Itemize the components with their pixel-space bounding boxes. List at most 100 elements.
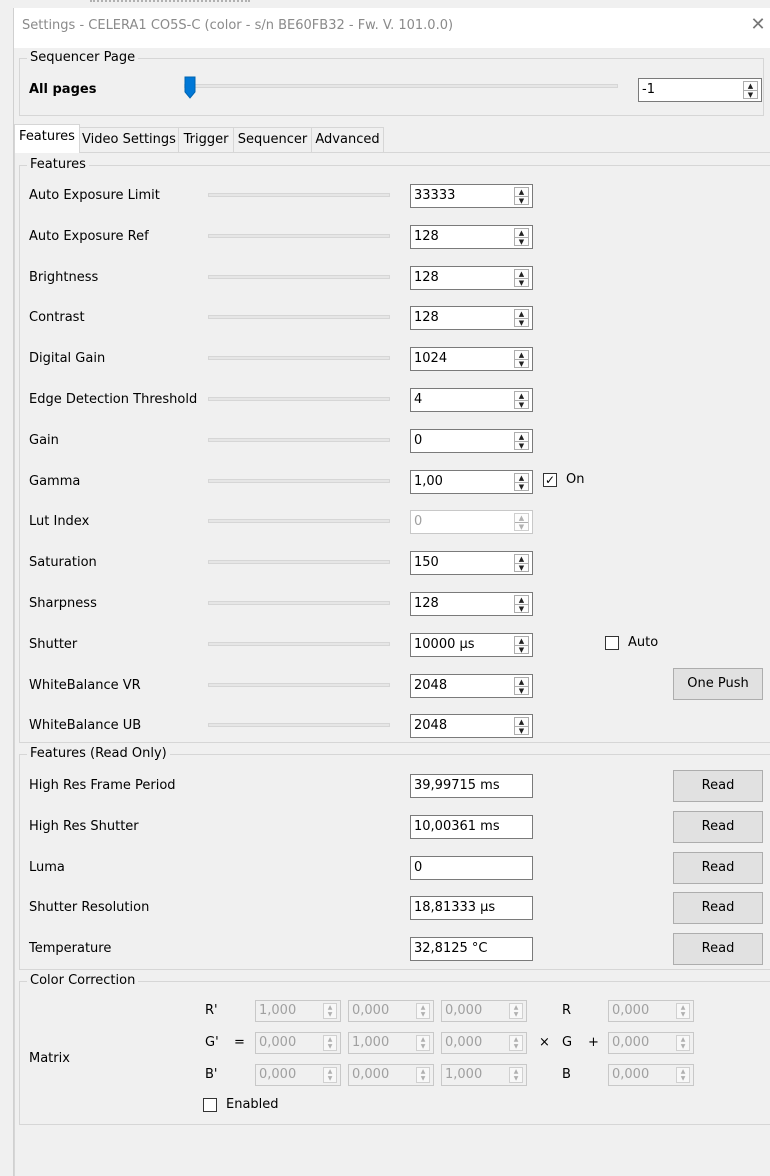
sequencer-page-slider-track[interactable] xyxy=(184,84,618,88)
sequencer-page-slider-thumb[interactable] xyxy=(184,76,196,100)
spin-down-icon[interactable]: ▼ xyxy=(515,604,528,613)
sharpness-spinbox-buttons: ▲ ▼ xyxy=(514,595,529,613)
edge-detection-threshold-spinbox[interactable]: 4 ▲ ▼ xyxy=(410,388,533,412)
spin-down-icon[interactable]: ▼ xyxy=(515,400,528,409)
whitebalance-ub-slider-track[interactable] xyxy=(208,723,390,728)
gain-slider-track[interactable] xyxy=(208,437,390,442)
gain-spinbox[interactable]: 0 ▲ ▼ xyxy=(410,428,533,453)
times-sign: × xyxy=(539,1035,550,1050)
spin-down-icon[interactable]: ▼ xyxy=(515,726,528,735)
tab-sequencer[interactable]: Sequencer xyxy=(233,127,312,152)
spin-down-icon: ▼ xyxy=(420,1011,426,1018)
output-row-label: R' xyxy=(205,1003,218,1018)
spin-up-icon[interactable]: ▲ xyxy=(515,392,528,400)
spin-down-icon[interactable]: ▼ xyxy=(515,644,528,654)
sequencer-page-spinbox[interactable]: -1 ▲ ▼ xyxy=(638,78,762,102)
shutter-auto-label: Auto xyxy=(628,635,659,650)
spin-down-icon[interactable]: ▼ xyxy=(515,236,528,246)
high-res-frame-period-field: 39,99715 ms xyxy=(410,774,533,798)
tab-features[interactable]: Features xyxy=(14,124,80,153)
auto-exposure-ref-spinbox[interactable]: 128 ▲ ▼ xyxy=(410,224,533,249)
auto-exposure-ref-label: Auto Exposure Ref xyxy=(29,228,149,244)
shutter-auto-checkbox[interactable] xyxy=(605,636,619,650)
shutter-resolution-read-button[interactable]: Read xyxy=(673,892,763,925)
digital-gain-spinbox[interactable]: 1024 ▲ ▼ xyxy=(410,347,533,372)
whitebalance-ub-slider-thumb[interactable] xyxy=(279,714,291,738)
whitebalance-vr-slider-thumb[interactable] xyxy=(279,674,291,698)
spin-up-icon: ▲ xyxy=(513,1004,519,1011)
saturation-slider-thumb[interactable] xyxy=(305,551,317,575)
spin-down-icon[interactable]: ▼ xyxy=(744,90,757,99)
gamma-slider-thumb[interactable] xyxy=(291,470,303,494)
spin-up-icon: ▲ xyxy=(680,1004,686,1011)
contrast-slider-thumb[interactable] xyxy=(291,306,303,330)
gamma-on-checkbox[interactable]: ✓ xyxy=(543,473,557,487)
spin-up-icon[interactable]: ▲ xyxy=(515,596,528,604)
high-res-frame-period-read-button[interactable]: Read xyxy=(673,770,763,802)
auto-exposure-limit-spinbox[interactable]: 33333 ▲ ▼ xyxy=(410,184,533,208)
shutter-spinbox[interactable]: 10000 µs ▲ ▼ xyxy=(410,632,533,657)
offset-cell-value: 0,000 xyxy=(612,1003,650,1018)
spin-down-icon[interactable]: ▼ xyxy=(515,481,528,491)
gain-slider-thumb[interactable] xyxy=(208,429,220,453)
auto-exposure-limit-slider-track[interactable] xyxy=(208,193,390,197)
close-icon[interactable]: ✕ xyxy=(748,14,768,38)
saturation-spinbox[interactable]: 150 ▲ ▼ xyxy=(410,551,533,576)
spin-up-icon[interactable]: ▲ xyxy=(515,718,528,726)
equals-sign: = xyxy=(234,1035,245,1050)
brightness-slider-thumb[interactable] xyxy=(291,266,303,290)
color-correction-enabled-checkbox[interactable] xyxy=(203,1098,217,1112)
spin-down-icon[interactable]: ▼ xyxy=(515,318,528,327)
contrast-label: Contrast xyxy=(29,310,85,326)
sharpness-spinbox-value: 128 xyxy=(414,596,439,611)
whitebalance-vr-slider-track[interactable] xyxy=(208,682,390,687)
whitebalance-ub-spinbox[interactable]: 2048 ▲ ▼ xyxy=(410,714,533,739)
sharpness-spinbox[interactable]: 128 ▲ ▼ xyxy=(410,592,533,616)
luma-read-button[interactable]: Read xyxy=(673,851,763,884)
high-res-frame-period-label: High Res Frame Period xyxy=(29,778,176,793)
spin-up-icon[interactable]: ▲ xyxy=(515,433,528,441)
auto-exposure-ref-slider-thumb[interactable] xyxy=(291,225,303,249)
shutter-slider-thumb[interactable] xyxy=(296,633,308,657)
spin-down-icon[interactable]: ▼ xyxy=(515,196,528,205)
spin-up-icon[interactable]: ▲ xyxy=(515,555,528,563)
edge-detection-threshold-slider-thumb[interactable] xyxy=(211,388,223,412)
spin-down-icon[interactable]: ▼ xyxy=(515,563,528,572)
brightness-spinbox[interactable]: 128 ▲ ▼ xyxy=(410,265,533,290)
spin-down-icon[interactable]: ▼ xyxy=(515,277,528,287)
high-res-shutter-read-button[interactable]: Read xyxy=(673,810,763,843)
auto-exposure-limit-slider-thumb[interactable] xyxy=(303,184,315,208)
spin-up-icon[interactable]: ▲ xyxy=(515,637,528,645)
gamma-label: Gamma xyxy=(29,473,81,489)
spin-up-icon[interactable]: ▲ xyxy=(515,310,528,318)
spin-down-icon[interactable]: ▼ xyxy=(515,359,528,368)
spin-up-icon[interactable]: ▲ xyxy=(515,270,528,278)
one-push-button[interactable]: One Push xyxy=(673,668,763,700)
spin-up-icon[interactable]: ▲ xyxy=(515,188,528,196)
spin-up-icon[interactable]: ▲ xyxy=(744,82,757,90)
spin-up-icon[interactable]: ▲ xyxy=(515,229,528,237)
saturation-spinbox-value: 150 xyxy=(414,555,439,571)
spin-up-icon[interactable]: ▲ xyxy=(515,678,528,686)
tab-advanced[interactable]: Advanced xyxy=(311,127,384,152)
tab-trigger[interactable]: Trigger xyxy=(178,127,234,152)
spin-up-icon[interactable]: ▲ xyxy=(515,474,528,482)
spin-down-icon: ▼ xyxy=(515,522,528,531)
spin-down-icon[interactable]: ▼ xyxy=(515,685,528,695)
spin-up-icon: ▲ xyxy=(680,1036,686,1043)
matrix-cell-value: 0,000 xyxy=(352,1067,390,1082)
gamma-spinbox[interactable]: 1,00 ▲ ▼ xyxy=(410,469,533,494)
spin-down-icon[interactable]: ▼ xyxy=(515,440,528,450)
contrast-spinbox[interactable]: 128 ▲ ▼ xyxy=(410,306,533,331)
edge-detection-threshold-slider-track[interactable] xyxy=(208,397,390,401)
tab-video-settings[interactable]: Video Settings xyxy=(79,127,179,152)
saturation-slider-track[interactable] xyxy=(208,560,390,565)
digital-gain-slider-thumb[interactable] xyxy=(291,347,303,371)
edge-detection-threshold-spinbox-value: 4 xyxy=(414,392,423,407)
spin-up-icon[interactable]: ▲ xyxy=(515,351,528,359)
sharpness-slider-thumb[interactable] xyxy=(291,592,303,616)
temperature-read-button[interactable]: Read xyxy=(673,933,763,966)
whitebalance-vr-spinbox[interactable]: 2048 ▲ ▼ xyxy=(410,673,533,698)
contrast-spinbox-value: 128 xyxy=(414,310,439,326)
input-row-label: R xyxy=(562,1003,572,1018)
